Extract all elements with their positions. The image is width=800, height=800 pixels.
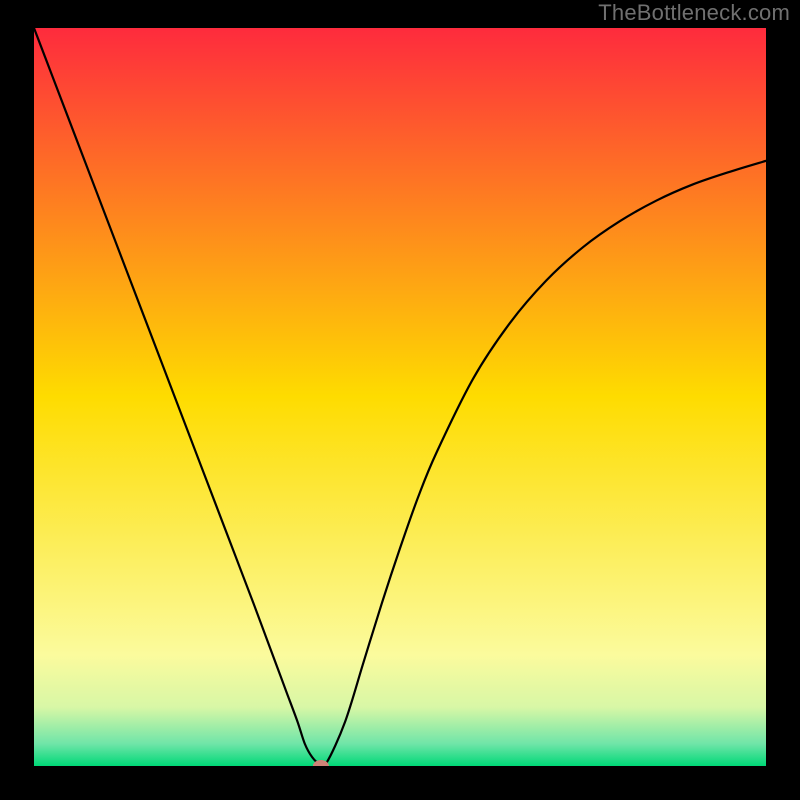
chart-svg (34, 28, 766, 766)
watermark-text: TheBottleneck.com (598, 0, 790, 26)
gradient-background (34, 28, 766, 766)
chart-frame: TheBottleneck.com (0, 0, 800, 800)
chart-plot-area (34, 28, 766, 766)
